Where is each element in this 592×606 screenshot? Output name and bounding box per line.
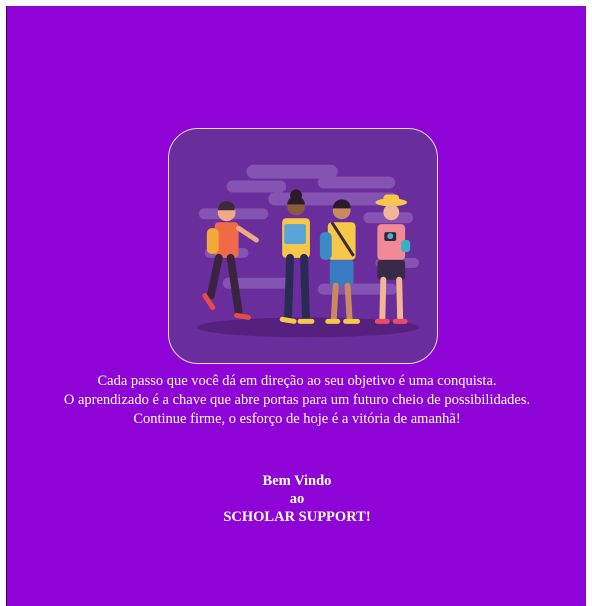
- students-group-icon: [196, 164, 420, 338]
- welcome-heading: Bem Vindo ao SCHOLAR SUPPORT!: [7, 472, 587, 526]
- message-line-1: Cada passo que você dá em direção ao seu…: [97, 373, 497, 389]
- welcome-screen: Cada passo que você dá em direção ao seu…: [6, 6, 586, 606]
- welcome-line-3: SCHOLAR SUPPORT!: [223, 509, 371, 525]
- welcome-line-2: ao: [289, 491, 305, 507]
- message-line-3: Continue firme, o esforço de hoje é a vi…: [133, 411, 461, 427]
- welcome-line-1: Bem Vindo: [262, 473, 332, 489]
- students-illustration: [168, 128, 438, 364]
- motivational-message: Cada passo que você dá em direção ao seu…: [7, 372, 587, 429]
- message-line-2: O aprendizado é a chave que abre portas …: [63, 392, 531, 408]
